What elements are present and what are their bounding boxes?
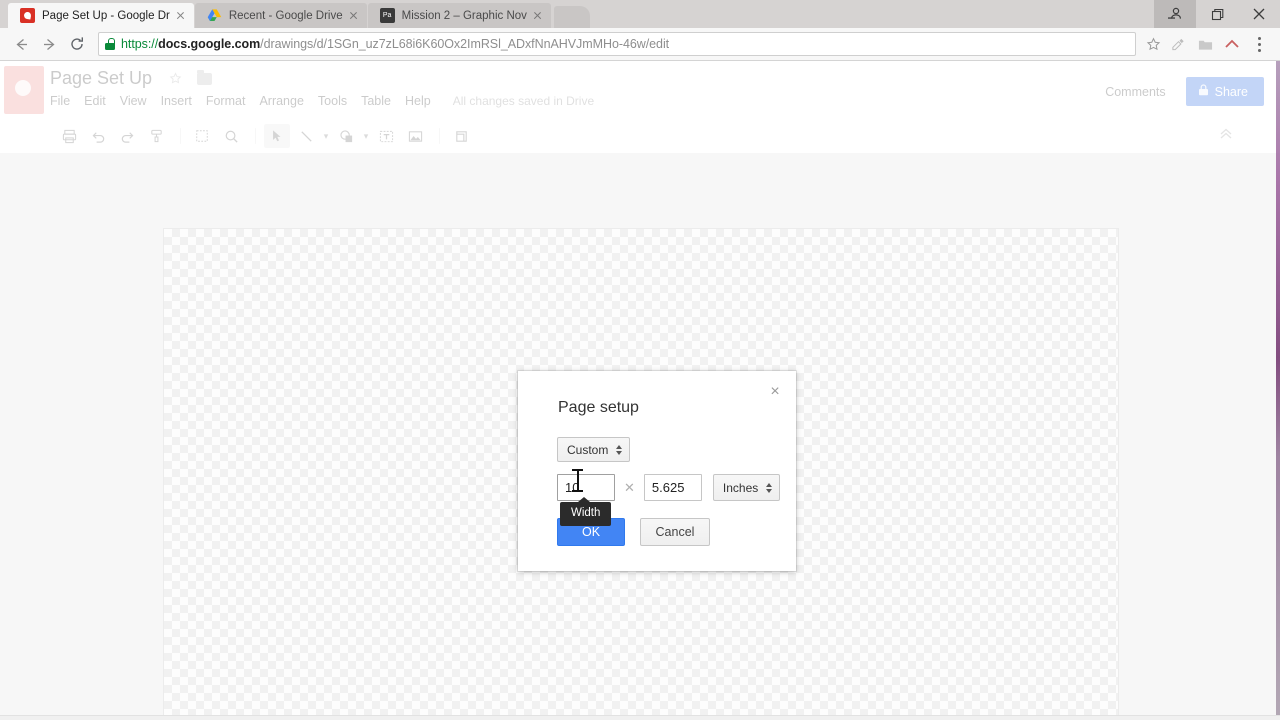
crop-icon[interactable] [448,124,474,148]
width-tooltip: Width [560,497,612,526]
menu-tools[interactable]: Tools [318,94,347,108]
browser-tab-1[interactable]: Recent - Google Drive [194,3,367,28]
shape-dropdown-icon[interactable]: ▾ [362,124,370,148]
dialog-title: Page setup [558,399,639,416]
height-input-value: 5.625 [651,480,685,495]
chrome-menu-icon[interactable] [1246,31,1272,57]
right-edge-stripe [1276,61,1280,720]
secure-lock-icon [105,38,115,50]
navigation-bar: https://docs.google.com/drawings/d/1SGn_… [0,28,1280,61]
print-icon[interactable] [56,124,82,148]
text-cursor [572,468,583,493]
units-value: Inches [722,480,759,495]
forward-icon[interactable] [36,31,62,57]
tab-title: Recent - Google Drive [228,9,343,22]
header-actions: Comments Share [1095,61,1280,106]
close-icon[interactable] [174,9,188,23]
text-box-icon[interactable] [373,124,399,148]
menu-file[interactable]: File [50,94,70,108]
url-text: https://docs.google.com/drawings/d/1SGn_… [121,37,669,51]
tab-title: Mission 2 – Graphic Nov [401,9,527,22]
close-icon[interactable] [531,9,545,23]
app-header: Page Set Up File Edit View Insert Format… [0,61,1280,121]
new-tab-button[interactable] [553,6,590,28]
extension-chevron-icon[interactable] [1219,31,1245,57]
extension-pen-icon[interactable] [1165,31,1191,57]
share-button-label: Share [1214,84,1248,99]
menu-format[interactable]: Format [206,94,246,108]
minimize-button[interactable] [1154,0,1196,28]
menu-view[interactable]: View [120,94,147,108]
cancel-button[interactable]: Cancel [640,518,710,546]
page-setup-dialog: × Page setup Custom 10 ✕ 5.625 Inches OK… [518,371,796,571]
save-status: All changes saved in Drive [452,94,595,108]
window-controls [1154,0,1280,28]
menu-table[interactable]: Table [361,94,391,108]
share-button[interactable]: Share [1185,77,1264,106]
zoom-fit-icon[interactable] [189,124,215,148]
preset-size-value: Custom [567,442,609,457]
address-bar[interactable]: https://docs.google.com/drawings/d/1SGn_… [98,32,1136,56]
line-icon[interactable] [293,124,319,148]
dialog-close-icon[interactable]: × [765,382,785,402]
dimension-row: 10 ✕ 5.625 Inches [557,474,796,501]
lock-icon [1198,84,1209,99]
close-button[interactable] [1238,0,1280,28]
collapse-toolbar-icon[interactable] [1218,127,1234,146]
back-icon[interactable] [8,31,34,57]
toolbar-divider [439,128,440,144]
google-drive-icon [207,8,222,23]
title-block: Page Set Up File Edit View Insert Format… [50,61,1095,108]
shape-icon[interactable] [333,124,359,148]
reload-icon[interactable] [64,31,90,57]
tab-strip: Page Set Up - Google Dr Recent - Google … [0,0,1280,28]
undo-icon[interactable] [85,124,111,148]
zoom-icon[interactable] [218,124,244,148]
maximize-button[interactable] [1196,0,1238,28]
line-dropdown-icon[interactable]: ▾ [322,124,330,148]
menu-edit[interactable]: Edit [84,94,106,108]
units-select[interactable]: Inches [712,474,781,501]
google-drawings-icon [20,8,35,23]
preset-size-select[interactable]: Custom [557,437,631,462]
close-icon[interactable] [347,9,361,23]
generic-page-icon: Pa [379,8,395,23]
chevron-updown-icon [616,444,623,455]
url-path: /drawings/d/1SGn_uz7zL68i6K60Ox2ImRSl_AD… [260,37,670,51]
comments-button[interactable]: Comments [1095,79,1175,105]
menu-arrange[interactable]: Arrange [259,94,303,108]
drawing-toolbar: ▾ ▾ [0,121,1280,151]
paint-format-icon[interactable] [143,124,169,148]
url-host: docs.google.com [158,37,261,51]
browser-tab-0[interactable]: Page Set Up - Google Dr [8,3,194,28]
dimension-separator-icon: ✕ [624,479,635,495]
height-input[interactable]: 5.625 [643,474,702,501]
document-title[interactable]: Page Set Up [50,68,152,89]
chevron-updown-icon [766,482,773,493]
extension-folder-icon[interactable] [1192,31,1218,57]
browser-window: Page Set Up - Google Dr Recent - Google … [0,0,1280,720]
menu-help[interactable]: Help [405,94,431,108]
dialog-body: Custom 10 ✕ 5.625 Inches OK Cancel [518,417,796,546]
browser-tab-2[interactable]: Pa Mission 2 – Graphic Nov [367,3,551,28]
menu-insert[interactable]: Insert [161,94,192,108]
image-icon[interactable] [402,124,428,148]
bookmark-star-icon[interactable] [1142,36,1164,52]
toolbar-divider [180,128,181,144]
move-to-folder-icon[interactable] [196,69,212,85]
google-drawings-logo [4,66,44,114]
toolbar-divider [255,128,256,144]
tab-title: Page Set Up - Google Dr [42,9,170,22]
bottom-status-bar [0,715,1280,720]
url-scheme: https:// [121,37,159,51]
google-drawings-app: Page Set Up File Edit View Insert Format… [0,61,1280,720]
star-outline-icon[interactable] [169,71,183,86]
select-arrow-icon[interactable] [264,124,290,148]
menu-bar: File Edit View Insert Format Arrange Too… [50,94,1095,108]
redo-icon[interactable] [114,124,140,148]
